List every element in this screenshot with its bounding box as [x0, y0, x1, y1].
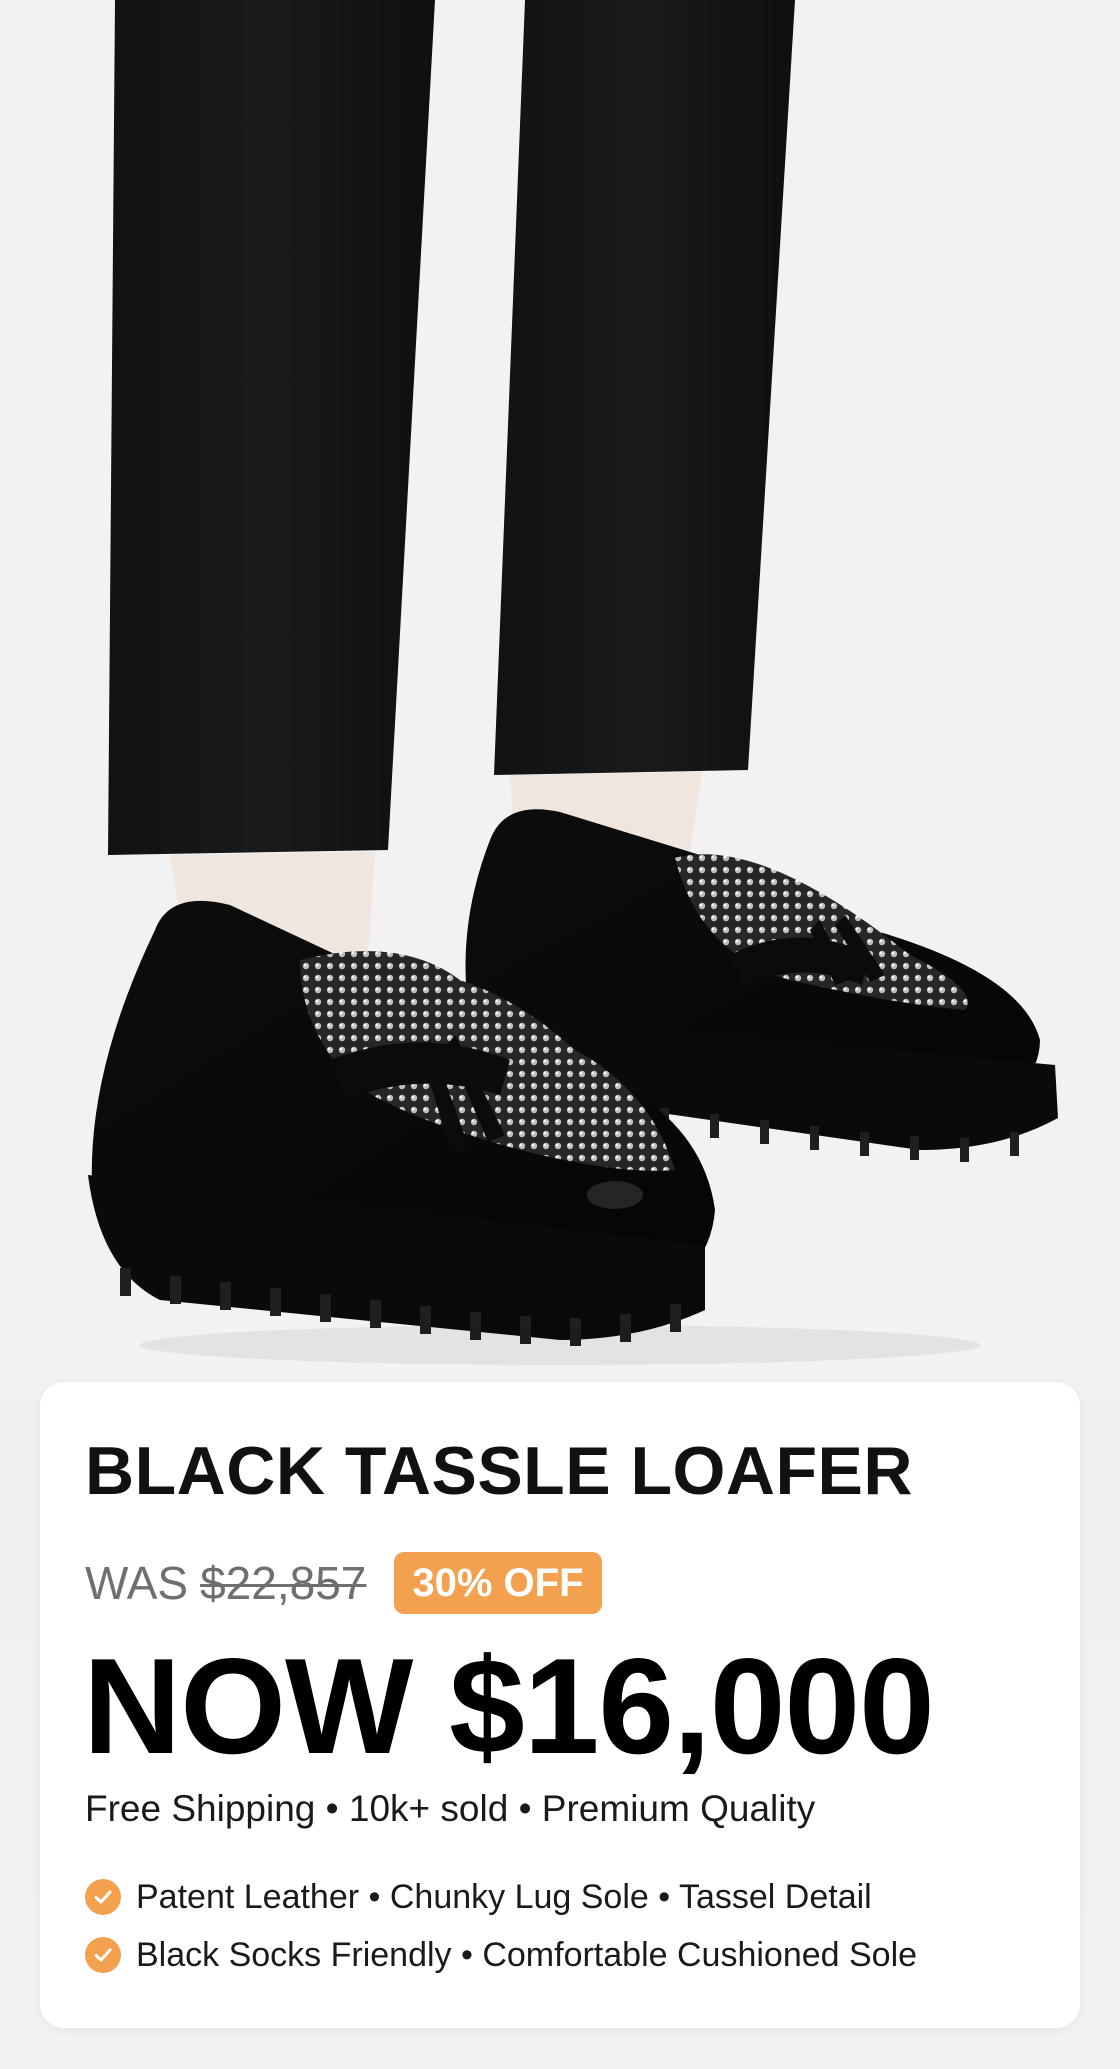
was-label: WAS [85, 1557, 189, 1609]
feature-item: Patent Leather • Chunky Lug Sole • Tasse… [85, 1868, 917, 1926]
feature-text: Patent Leather • Chunky Lug Sole • Tasse… [136, 1878, 872, 1916]
discount-badge: 30% OFF [394, 1552, 602, 1614]
product-page: BLACK TASSLE LOAFER WAS $22,857 30% OFF … [0, 0, 1120, 2069]
check-circle-icon [85, 1879, 121, 1915]
check-circle-icon [85, 1937, 121, 1973]
feature-list: Patent Leather • Chunky Lug Sole • Tasse… [85, 1868, 917, 1984]
product-meta: Free Shipping • 10k+ sold • Premium Qual… [85, 1788, 816, 1829]
original-price: $22,857 [200, 1557, 367, 1609]
feature-item: Black Socks Friendly • Comfortable Cushi… [85, 1926, 917, 1984]
was-price-row: WAS $22,857 30% OFF [85, 1552, 602, 1614]
feature-text: Black Socks Friendly • Comfortable Cushi… [136, 1936, 918, 1974]
sale-price: NOW $16,000 [83, 1630, 935, 1782]
product-hero-image [0, 0, 1120, 1400]
product-title: BLACK TASSLE LOAFER [85, 1433, 913, 1509]
product-info-card: BLACK TASSLE LOAFER WAS $22,857 30% OFF … [40, 1382, 1080, 2028]
